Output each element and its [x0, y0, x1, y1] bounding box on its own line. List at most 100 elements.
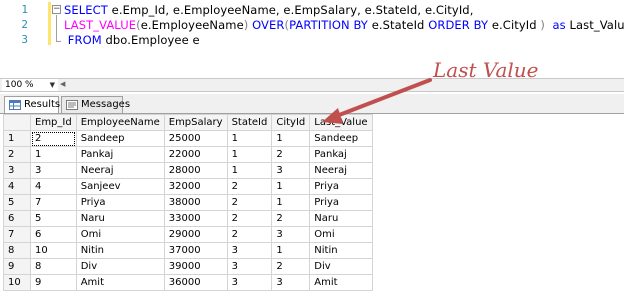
grid-cell[interactable]: Div: [75, 258, 165, 275]
grid-cell[interactable]: Neeraj: [75, 162, 165, 179]
grid-cell[interactable]: Amit: [75, 274, 165, 291]
grid-cell[interactable]: 39000: [163, 258, 228, 275]
grid-cell[interactable]: 32000: [163, 178, 228, 195]
table-row[interactable]: 5 7 Priya 38000 2 1 Priya: [3, 194, 373, 211]
grid-cell[interactable]: 3: [271, 162, 311, 179]
scroll-left-icon[interactable]: ◀: [60, 80, 65, 88]
grid-cell[interactable]: 1: [271, 242, 311, 259]
grid-cell[interactable]: 2: [226, 226, 273, 243]
grid-cell[interactable]: 2: [226, 210, 273, 227]
row-number[interactable]: 6: [3, 210, 31, 227]
code-line-3: FROM dbo.Employee e: [64, 33, 200, 47]
column-header[interactable]: Last_Value: [309, 114, 373, 131]
grid-cell[interactable]: Div: [309, 258, 373, 275]
grid-cell[interactable]: 1: [30, 146, 77, 163]
grid-cell[interactable]: 2: [226, 178, 273, 195]
grid-cell[interactable]: 33000: [163, 210, 228, 227]
grid-cell[interactable]: 1: [271, 130, 311, 147]
grid-cell[interactable]: 3: [271, 226, 311, 243]
grid-cell[interactable]: Neeraj: [309, 162, 373, 179]
grid-cell[interactable]: 2: [271, 210, 311, 227]
column-header[interactable]: Emp_Id: [30, 114, 77, 131]
row-selector-header[interactable]: [3, 114, 31, 131]
grid-header-row: Emp_Id EmployeeName EmpSalary StateId Ci…: [3, 114, 373, 131]
table-row[interactable]: 7 6 Omi 29000 2 3 Omi: [3, 226, 373, 243]
grid-cell[interactable]: Nitin: [75, 242, 165, 259]
grid-cell[interactable]: Priya: [309, 194, 373, 211]
grid-cell[interactable]: 25000: [163, 130, 228, 147]
grid-cell[interactable]: 8: [30, 258, 77, 275]
row-number[interactable]: 2: [3, 146, 31, 163]
row-number[interactable]: 7: [3, 226, 31, 243]
tab-results[interactable]: Results: [4, 96, 60, 113]
messages-icon: [66, 100, 78, 110]
grid-cell[interactable]: 22000: [163, 146, 228, 163]
row-number[interactable]: 10: [3, 274, 31, 291]
grid-cell[interactable]: Naru: [75, 210, 165, 227]
grid-cell[interactable]: 1: [271, 178, 311, 195]
grid-cell[interactable]: Omi: [309, 226, 373, 243]
grid-cell[interactable]: Omi: [75, 226, 165, 243]
table-row[interactable]: 10 9 Amit 36000 3 3 Amit: [3, 274, 373, 291]
grid-cell[interactable]: 28000: [163, 162, 228, 179]
grid-cell[interactable]: 1: [226, 162, 273, 179]
results-grid[interactable]: Emp_Id EmployeeName EmpSalary StateId Ci…: [3, 114, 373, 291]
grid-cell[interactable]: 1: [271, 194, 311, 211]
grid-cell[interactable]: 3: [226, 242, 273, 259]
grid-cell[interactable]: Pankaj: [309, 146, 373, 163]
grid-cell[interactable]: 36000: [163, 274, 228, 291]
column-header[interactable]: StateId: [226, 114, 273, 131]
table-row[interactable]: 4 4 Sanjeev 32000 2 1 Priya: [3, 178, 373, 195]
row-number[interactable]: 5: [3, 194, 31, 211]
grid-cell[interactable]: Naru: [309, 210, 373, 227]
grid-cell[interactable]: Sandeep: [75, 130, 165, 147]
table-row[interactable]: 3 3 Neeraj 28000 1 3 Neeraj: [3, 162, 373, 179]
grid-cell[interactable]: 2: [271, 146, 311, 163]
grid-cell[interactable]: 7: [30, 194, 77, 211]
results-tab-strip: Results Messages: [0, 94, 624, 114]
grid-cell[interactable]: 3: [30, 162, 77, 179]
row-number[interactable]: 4: [3, 178, 31, 195]
grid-cell[interactable]: 37000: [163, 242, 228, 259]
table-row[interactable]: 9 8 Div 39000 3 2 Div: [3, 258, 373, 275]
grid-cell[interactable]: 29000: [163, 226, 228, 243]
grid-cell[interactable]: 2: [226, 194, 273, 211]
column-header[interactable]: EmployeeName: [75, 114, 165, 131]
zoom-value: 100 %: [5, 80, 34, 90]
grid-cell[interactable]: 1: [226, 146, 273, 163]
grid-cell[interactable]: Amit: [309, 274, 373, 291]
outline-guide-line: [56, 15, 57, 41]
grid-cell[interactable]: 3: [271, 274, 311, 291]
grid-cell[interactable]: Pankaj: [75, 146, 165, 163]
tab-messages[interactable]: Messages: [61, 96, 130, 113]
column-header[interactable]: CityId: [271, 114, 311, 131]
table-row[interactable]: 8 10 Nitin 37000 3 1 Nitin: [3, 242, 373, 259]
grid-cell[interactable]: Sanjeev: [75, 178, 165, 195]
table-row[interactable]: 2 1 Pankaj 22000 1 2 Pankaj: [3, 146, 373, 163]
row-number[interactable]: 9: [3, 258, 31, 275]
grid-cell[interactable]: 6: [30, 226, 77, 243]
grid-cell[interactable]: Priya: [309, 178, 373, 195]
grid-cell[interactable]: 2: [271, 258, 311, 275]
row-number[interactable]: 3: [3, 162, 31, 179]
zoom-dropdown[interactable]: 100 % ▼: [2, 79, 58, 91]
grid-cell[interactable]: Nitin: [309, 242, 373, 259]
grid-cell[interactable]: 4: [30, 178, 77, 195]
grid-cell[interactable]: 2: [30, 130, 77, 147]
grid-cell[interactable]: 1: [226, 130, 273, 147]
collapse-toggle-icon[interactable]: −: [52, 5, 61, 14]
grid-cell[interactable]: 9: [30, 274, 77, 291]
row-number[interactable]: 8: [3, 242, 31, 259]
grid-cell[interactable]: 3: [226, 274, 273, 291]
grid-cell[interactable]: Sandeep: [309, 130, 373, 147]
grid-cell[interactable]: Priya: [75, 194, 165, 211]
table-row[interactable]: 1 2 Sandeep 25000 1 1 Sandeep: [3, 130, 373, 147]
table-row[interactable]: 6 5 Naru 33000 2 2 Naru: [3, 210, 373, 227]
row-number[interactable]: 1: [3, 130, 31, 147]
grid-cell[interactable]: 38000: [163, 194, 228, 211]
grid-cell[interactable]: 10: [30, 242, 77, 259]
column-header[interactable]: EmpSalary: [163, 114, 228, 131]
line-number-gutter: 1 2 3: [0, 0, 48, 78]
grid-cell[interactable]: 5: [30, 210, 77, 227]
grid-cell[interactable]: 3: [226, 258, 273, 275]
